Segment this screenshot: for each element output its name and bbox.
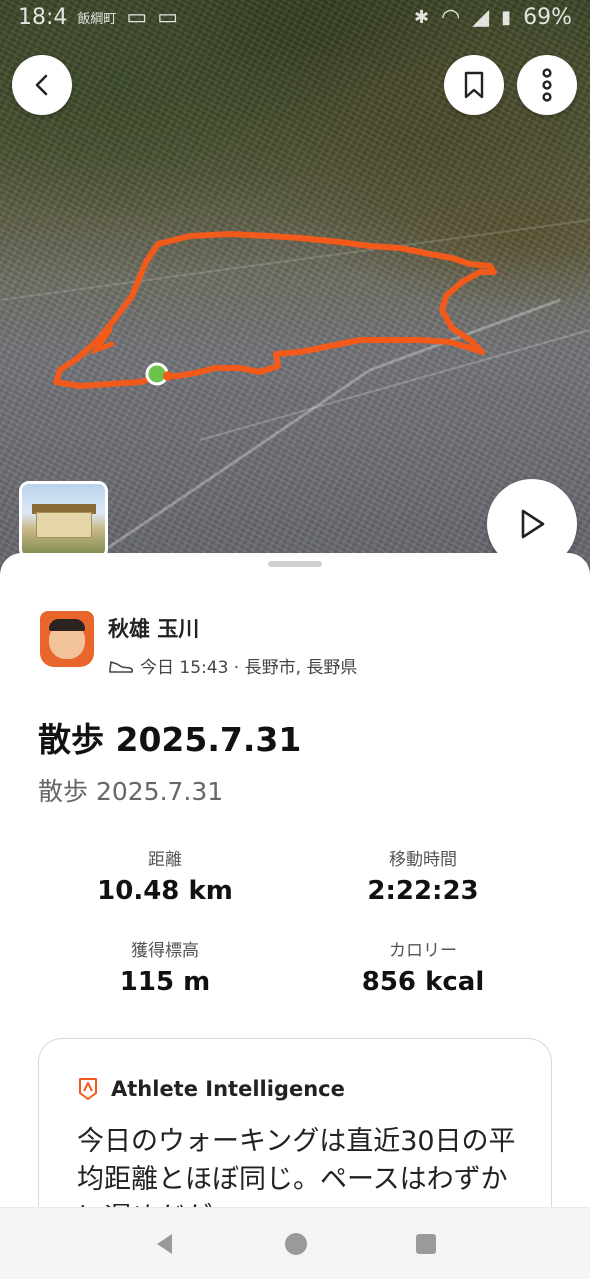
- athlete-name[interactable]: 秋雄 玉川: [108, 613, 357, 643]
- nav-back-icon[interactable]: [152, 1231, 178, 1257]
- stat-value: 856 kcal: [361, 967, 485, 997]
- activity-meta-text: 今日 15:43 · 長野市, 長野県: [140, 658, 358, 678]
- battery-icon: ▮: [501, 6, 512, 28]
- route-map[interactable]: 18:4 飯綱町 ▭ ▭ ✱ ◠ ◢ ▮ 69%: [0, 0, 590, 575]
- more-vertical-icon: [542, 68, 552, 102]
- activity-description: 散歩 2025.7.31: [38, 777, 224, 806]
- photo-building: [36, 512, 92, 538]
- map-road: [0, 219, 590, 301]
- back-arrow-icon: [35, 74, 48, 96]
- athlete-intelligence-title: Athlete Intelligence: [111, 1077, 345, 1101]
- stat-distance: 距離 10.48 km: [40, 845, 290, 906]
- stat-label: 獲得標高: [131, 941, 199, 961]
- system-nav-bar: [0, 1207, 590, 1279]
- athlete-intelligence-header: Athlete Intelligence: [77, 1077, 345, 1101]
- activity-meta: 今日 15:43 · 長野市, 長野県: [108, 653, 357, 678]
- activity-detail-sheet: 秋雄 玉川 今日 15:43 · 長野市, 長野県 散歩 2025.7.31 散…: [0, 553, 590, 1258]
- stat-label: カロリー: [389, 941, 457, 961]
- signal-icon: ◢: [472, 4, 490, 30]
- battery-percent: 69%: [523, 4, 572, 30]
- avatar[interactable]: [40, 611, 94, 667]
- stat-label: 移動時間: [389, 850, 457, 870]
- stat-moving-time: 移動時間 2:22:23: [298, 845, 548, 906]
- activity-photo-thumbnail[interactable]: [19, 481, 108, 559]
- bluetooth-icon: ✱: [413, 6, 430, 28]
- stat-label: 距離: [148, 850, 182, 870]
- status-bar: 18:4 飯綱町 ▭ ▭ ✱ ◠ ◢ ▮ 69%: [0, 0, 590, 34]
- notification-icon: ▭: [126, 4, 148, 30]
- map-road: [199, 329, 590, 441]
- end-marker: [163, 371, 173, 381]
- bookmark-button[interactable]: [444, 55, 504, 115]
- shoe-icon: [109, 660, 134, 673]
- stat-elevation-gain: 獲得標高 115 m: [40, 936, 290, 997]
- play-icon: [521, 509, 545, 539]
- athlete-intelligence-icon: [79, 1078, 97, 1100]
- status-extra-label: 飯綱町: [77, 11, 117, 27]
- stat-value: 115 m: [119, 967, 211, 997]
- notification-icon: ▭: [157, 4, 179, 30]
- stat-value: 10.48 km: [97, 876, 233, 906]
- stat-value: 2:22:23: [367, 876, 479, 906]
- avatar-hair: [49, 619, 85, 631]
- more-options-button[interactable]: [517, 55, 577, 115]
- activity-route: [53, 231, 497, 389]
- back-button[interactable]: [12, 55, 72, 115]
- nav-home-icon[interactable]: [283, 1231, 309, 1257]
- sheet-grabber[interactable]: [268, 561, 322, 567]
- athlete-header[interactable]: 秋雄 玉川 今日 15:43 · 長野市, 長野県: [40, 611, 357, 678]
- wifi-icon: ◠: [441, 4, 461, 30]
- stat-calories: カロリー 856 kcal: [298, 936, 548, 997]
- activity-title: 散歩 2025.7.31: [38, 720, 302, 759]
- nav-recents-icon[interactable]: [414, 1232, 438, 1256]
- status-time: 18:4: [18, 4, 68, 30]
- bookmark-icon: [464, 71, 484, 99]
